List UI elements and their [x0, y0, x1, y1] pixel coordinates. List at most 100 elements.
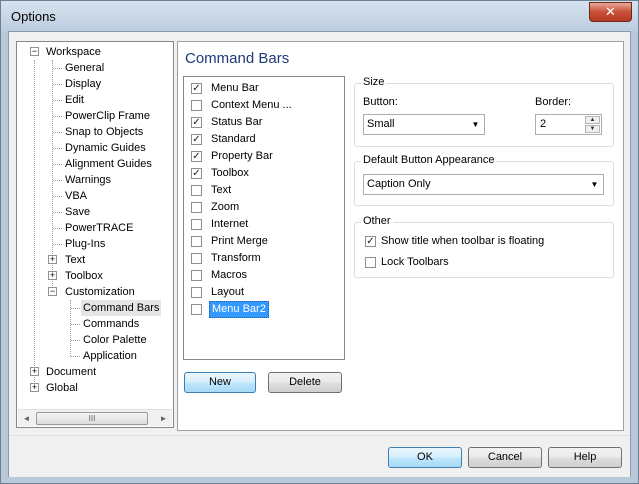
- window-title: Options: [11, 9, 56, 24]
- list-item-label: Standard: [211, 133, 256, 145]
- help-button[interactable]: Help: [548, 447, 622, 468]
- tree-node-label: Text: [65, 254, 86, 266]
- list-item-label: Status Bar: [211, 116, 263, 128]
- checkbox[interactable]: [191, 270, 202, 281]
- button-appearance-select[interactable]: Caption Only ▼: [363, 174, 604, 195]
- checkbox[interactable]: ✓: [191, 117, 202, 128]
- list-item-label: Print Merge: [211, 235, 268, 247]
- tree-node-label: Warnings: [65, 174, 112, 186]
- tree-connector: [53, 84, 62, 85]
- list-item-label: Context Menu ...: [211, 99, 292, 111]
- size-group: Size Button: Border: Small ▼ 2 ▲ ▼: [354, 76, 614, 147]
- tree-connector: [53, 148, 62, 149]
- checkbox[interactable]: ✓: [191, 134, 202, 145]
- spin-buttons: ▲ ▼: [585, 116, 600, 133]
- close-icon: ✕: [605, 4, 616, 19]
- checkbox[interactable]: [191, 253, 202, 264]
- delete-button[interactable]: Delete: [268, 372, 342, 393]
- tree-node-label: Alignment Guides: [65, 158, 152, 170]
- list-item-label: Zoom: [211, 201, 240, 213]
- show-title-checkbox[interactable]: ✓: [365, 236, 376, 247]
- tree-connector: [53, 68, 62, 69]
- title-bar[interactable]: Options ✕: [1, 1, 638, 31]
- chevron-down-icon[interactable]: ▼: [467, 115, 484, 134]
- group-caption: Size: [361, 76, 387, 88]
- tree-connector: [71, 308, 80, 309]
- tree-node-label: Color Palette: [83, 334, 147, 346]
- page-title: Command Bars: [185, 50, 290, 67]
- checkbox[interactable]: [191, 219, 202, 230]
- dialog-footer: OK Cancel Help: [9, 435, 630, 477]
- button-appearance-value: Caption Only: [367, 178, 431, 190]
- tree-node-label-selected: Command Bars: [81, 300, 162, 316]
- tree-node-label: PowerClip Frame: [65, 110, 150, 122]
- expand-icon[interactable]: +: [30, 383, 39, 392]
- checkbox[interactable]: ✓: [191, 168, 202, 179]
- tree-connector: [71, 340, 80, 341]
- scroll-left-icon[interactable]: ◄: [18, 410, 35, 427]
- tree-connector: [53, 100, 62, 101]
- checkbox[interactable]: [191, 304, 202, 315]
- list-item-label: Property Bar: [211, 150, 273, 162]
- spin-up-icon[interactable]: ▲: [585, 116, 600, 124]
- chevron-down-icon[interactable]: ▼: [586, 175, 603, 194]
- expand-icon[interactable]: +: [48, 255, 57, 264]
- check-icon: ✓: [192, 117, 201, 128]
- scrollbar-thumb[interactable]: III: [36, 412, 148, 425]
- checkbox[interactable]: [191, 202, 202, 213]
- tree-connector: [53, 228, 62, 229]
- list-item-label: Internet: [211, 218, 249, 230]
- appearance-group: Default Button Appearance Caption Only ▼: [354, 154, 614, 206]
- expand-icon[interactable]: +: [30, 367, 39, 376]
- lock-toolbars-checkbox[interactable]: [365, 257, 376, 268]
- checkbox[interactable]: ✓: [191, 151, 202, 162]
- button-size-label: Button:: [363, 96, 398, 108]
- expand-icon[interactable]: +: [48, 271, 57, 280]
- other-group: Other ✓ Show title when toolbar is float…: [354, 215, 614, 278]
- tree-node-label: Workspace: [46, 46, 101, 58]
- command-bars-panel: Command Bars ✓ Menu Bar Context Menu ...…: [177, 41, 624, 431]
- spin-down-icon[interactable]: ▼: [585, 125, 600, 133]
- tree-node-label: Display: [65, 78, 102, 90]
- tree-connector: [53, 244, 62, 245]
- ok-button[interactable]: OK: [388, 447, 462, 468]
- tree-node-label: Global: [46, 382, 78, 394]
- tree-connector: [53, 164, 62, 165]
- collapse-icon[interactable]: −: [48, 287, 57, 296]
- command-bars-list: ✓ Menu Bar Context Menu ... ✓ Status Bar…: [183, 76, 345, 360]
- tree-node-label: Snap to Objects: [65, 126, 144, 138]
- tree-node-label: Commands: [83, 318, 140, 330]
- tree-node-label: General: [65, 62, 105, 74]
- new-button[interactable]: New: [184, 372, 256, 393]
- tree-connector: [53, 196, 62, 197]
- checkbox[interactable]: ✓: [191, 83, 202, 94]
- check-icon: ✓: [192, 151, 201, 162]
- checkbox[interactable]: [191, 100, 202, 111]
- border-stepper[interactable]: 2 ▲ ▼: [535, 114, 602, 135]
- border-label: Border:: [535, 96, 572, 108]
- tree-connector: [71, 324, 80, 325]
- check-icon: ✓: [192, 134, 201, 145]
- close-button[interactable]: ✕: [589, 2, 632, 22]
- tree-node-label: Customization: [65, 286, 135, 298]
- checkbox[interactable]: [191, 185, 202, 196]
- dialog-client: − Workspace General Display Edit PowerCl…: [8, 31, 631, 477]
- checkbox[interactable]: [191, 236, 202, 247]
- group-caption: Other: [361, 215, 393, 227]
- list-item-label-selected[interactable]: Menu Bar2: [209, 301, 269, 318]
- tree-connector: [53, 180, 62, 181]
- tree-connector: [71, 356, 80, 357]
- border-value[interactable]: 2: [540, 118, 546, 130]
- scroll-right-icon[interactable]: ►: [155, 410, 172, 427]
- tree-connector: [34, 60, 35, 390]
- tree-horizontal-scrollbar[interactable]: ◄ III ►: [18, 409, 172, 426]
- tree-node-label: Dynamic Guides: [65, 142, 146, 154]
- checkbox[interactable]: [191, 287, 202, 298]
- button-size-select[interactable]: Small ▼: [363, 114, 485, 135]
- tree-node-label: VBA: [65, 190, 88, 202]
- cancel-button[interactable]: Cancel: [468, 447, 542, 468]
- list-item-label: Transform: [211, 252, 261, 264]
- collapse-icon[interactable]: −: [30, 47, 39, 56]
- tree-node-label: Toolbox: [65, 270, 103, 282]
- tree-node-label: PowerTRACE: [65, 222, 134, 234]
